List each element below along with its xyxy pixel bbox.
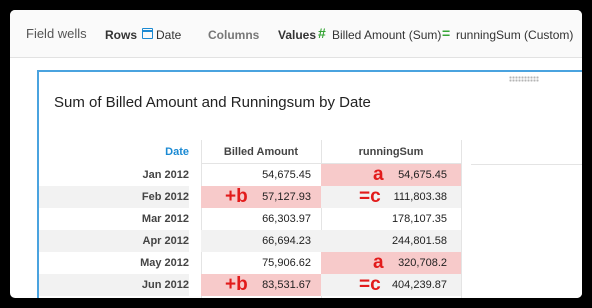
rows-field-date[interactable]: Date (156, 28, 181, 42)
annotation-plus-b: +b (225, 274, 248, 295)
field-wells-title[interactable]: Field wells (26, 27, 87, 41)
row-date: Feb 2012 (39, 186, 189, 208)
row-date: Jan 2012 (142, 169, 189, 181)
drag-handle-icon[interactable] (509, 76, 539, 82)
table-row: Apr 2012 66,694.23 244,801.58 (39, 230, 582, 252)
row-date: May 2012 (140, 257, 189, 269)
measure-hash-icon: # (318, 25, 326, 41)
annotation-a: a (373, 164, 384, 185)
header-running-sum[interactable]: runningSum (321, 140, 461, 164)
annotation-plus-b: +b (225, 186, 248, 207)
cell-billed: 66,303.97 (262, 213, 311, 225)
cell-running: 244,801.58 (321, 230, 461, 252)
header-billed-amount[interactable]: Billed Amount (201, 140, 321, 164)
app-window: Field wells Rows Date Columns Values # B… (10, 10, 582, 298)
annotation-equals-c: =c (359, 186, 381, 207)
value-field-running-sum[interactable]: runningSum (Custom) (456, 28, 573, 42)
visual-title: Sum of Billed Amount and Runningsum by D… (54, 94, 371, 111)
annotation-a: a (373, 252, 384, 273)
cell-billed: 66,694.23 (201, 230, 321, 252)
visual-panel[interactable]: Sum of Billed Amount and Runningsum by D… (37, 70, 582, 298)
table-row: Jan 2012 54,675.45 54,675.45 (39, 164, 582, 186)
row-date: Jun 2012 (39, 274, 189, 296)
cell-billed: 75,906.62 (262, 257, 311, 269)
cell-billed: 83,531.67 (201, 274, 321, 296)
columns-label: Columns (208, 28, 260, 42)
calendar-icon (142, 28, 153, 39)
cell-running: 178,107.35 (391, 213, 447, 225)
cell-billed: 57,127.93 (201, 186, 321, 208)
table-row: May 2012 75,906.62 320,708.2 (39, 252, 582, 274)
table-row: Feb 2012 57,127.93 111,803.38 (39, 186, 582, 208)
calculated-field-icon: = (442, 25, 451, 41)
header-date[interactable]: Date (39, 140, 189, 164)
cell-running: 320,708.2 (321, 252, 461, 274)
cell-billed: 54,675.45 (262, 169, 311, 181)
row-date: Mar 2012 (141, 213, 189, 225)
value-field-billed-amount[interactable]: Billed Amount (Sum) (332, 28, 441, 42)
cell-running: 54,675.45 (321, 164, 461, 186)
field-wells-bar: Field wells Rows Date Columns Values # B… (10, 10, 582, 58)
table-row: Mar 2012 66,303.97 178,107.35 (39, 208, 582, 230)
annotation-equals-c: =c (359, 274, 381, 295)
cell-running: 111,803.38 (321, 186, 461, 208)
table-header-row: Date Billed Amount runningSum (39, 140, 582, 164)
rows-label: Rows (105, 28, 138, 42)
values-label: Values (278, 28, 317, 42)
cell-running: 404,239.87 (321, 274, 461, 296)
row-date: Apr 2012 (39, 230, 189, 252)
table-row: Jun 2012 83,531.67 404,239.87 (39, 274, 582, 296)
